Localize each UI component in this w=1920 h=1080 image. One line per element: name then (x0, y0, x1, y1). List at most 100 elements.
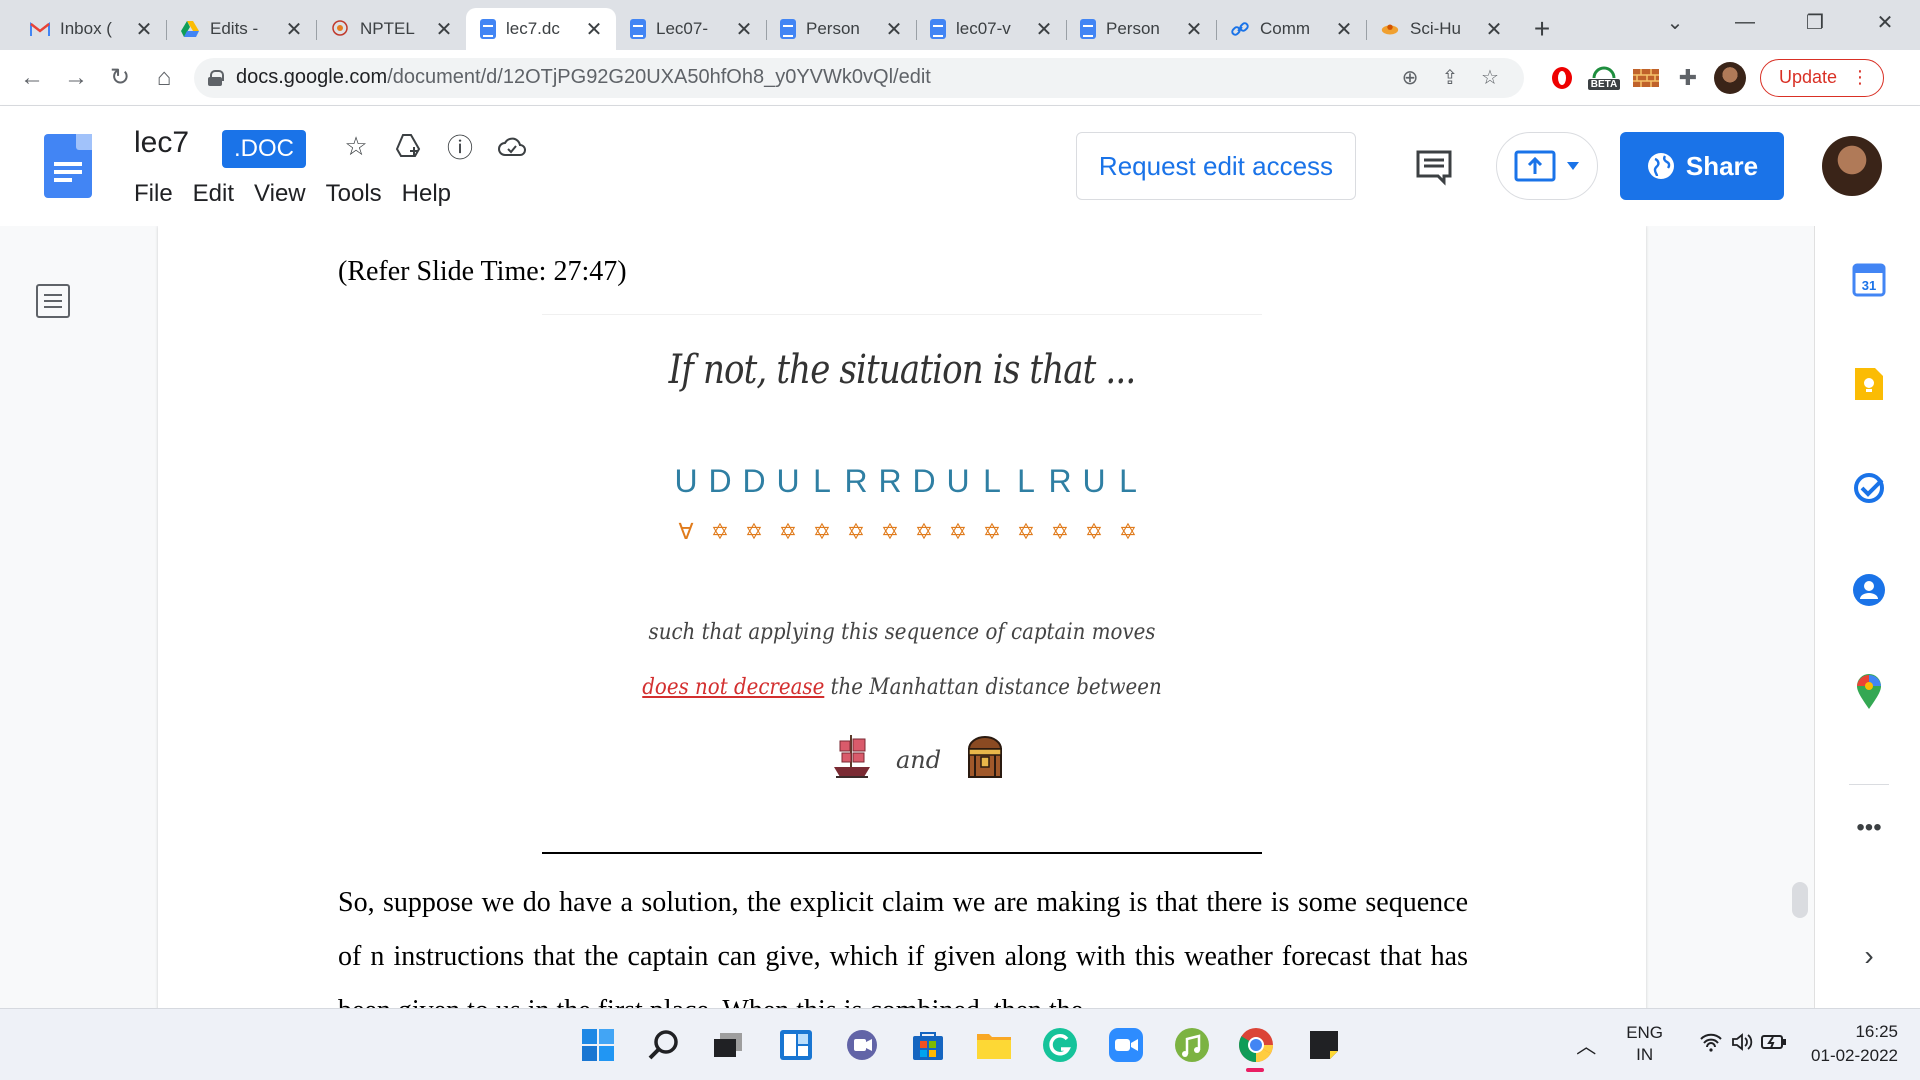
reload-icon[interactable]: ↻ (100, 58, 140, 98)
tab-close-icon[interactable]: ✕ (584, 17, 604, 42)
present-button[interactable] (1496, 132, 1598, 200)
tab-inbox[interactable]: Inbox ( ✕ (16, 8, 166, 50)
menu-view[interactable]: View (244, 180, 316, 208)
tab-person-1[interactable]: Person ✕ (766, 8, 916, 50)
show-hidden-icons-chevron-icon[interactable]: ︿ (1576, 1030, 1596, 1059)
restore-icon[interactable]: ❐ (1780, 0, 1850, 44)
wifi-icon[interactable] (1699, 1032, 1723, 1057)
zoom-app-icon[interactable] (1106, 1025, 1146, 1065)
tab-scihub[interactable]: Sci-Hu ✕ (1366, 8, 1516, 50)
tab-close-icon[interactable]: ✕ (284, 17, 304, 42)
widgets-icon[interactable] (776, 1025, 816, 1065)
profile-avatar[interactable] (1710, 58, 1750, 98)
close-window-icon[interactable]: ✕ (1850, 0, 1920, 44)
tab-comm[interactable]: Comm ✕ (1216, 8, 1366, 50)
tab-close-icon[interactable]: ✕ (1484, 17, 1504, 42)
move-letter: U (776, 463, 800, 499)
clock-time: 16:25 (1855, 1022, 1898, 1041)
present-icon (1514, 150, 1556, 182)
link-icon (1230, 19, 1250, 39)
update-button[interactable]: Update ⋮ (1760, 58, 1885, 97)
more-vert-icon: ⋮ (1851, 67, 1870, 87)
scihub-icon (1380, 19, 1400, 39)
keep-icon[interactable] (1851, 366, 1887, 402)
music-app-icon[interactable] (1172, 1025, 1212, 1065)
tab-lec07[interactable]: Lec07- ✕ (616, 8, 766, 50)
input-language[interactable]: ENG IN (1626, 1022, 1663, 1066)
tab-close-icon[interactable]: ✕ (134, 17, 154, 42)
vertical-scrollbar[interactable] (1792, 882, 1808, 918)
tab-label: Edits - (210, 19, 259, 38)
menu-tools[interactable]: Tools (316, 180, 392, 208)
tab-lec7-active[interactable]: lec7.dc ✕ (466, 8, 616, 50)
tab-search-chevron-icon[interactable]: ⌄ (1640, 0, 1710, 44)
chrome-icon[interactable] (1236, 1025, 1276, 1065)
url-text[interactable]: docs.google.com/document/d/12OTjPG92G20U… (236, 66, 1390, 89)
contacts-icon[interactable] (1851, 572, 1887, 608)
maps-icon[interactable] (1851, 674, 1887, 710)
gmail-icon (30, 19, 50, 39)
tab-close-icon[interactable]: ✕ (1184, 17, 1204, 42)
sticky-notes-icon[interactable] (1304, 1025, 1344, 1065)
tab-close-icon[interactable]: ✕ (734, 17, 754, 42)
move-letter: L (983, 463, 1001, 499)
tab-label: Inbox ( (60, 19, 112, 38)
star-weather-icon: ✡ (1050, 519, 1070, 544)
battery-icon[interactable] (1761, 1033, 1787, 1056)
back-arrow-icon[interactable]: ← (12, 58, 52, 98)
volume-icon[interactable] (1731, 1032, 1753, 1057)
tab-close-icon[interactable]: ✕ (1034, 17, 1054, 42)
tasks-icon[interactable] (1851, 470, 1887, 506)
menu-edit[interactable]: Edit (183, 180, 244, 208)
cloud-status-icon[interactable] (494, 128, 530, 164)
windows-start-icon[interactable] (578, 1025, 618, 1065)
file-explorer-icon[interactable] (974, 1025, 1014, 1065)
opera-extension-icon[interactable] (1542, 58, 1582, 98)
docs-logo-icon[interactable] (44, 134, 92, 198)
bookmark-star-icon[interactable]: ☆ (1470, 65, 1510, 90)
grammarly-icon[interactable] (1040, 1025, 1080, 1065)
beta-extension-icon[interactable]: BETA (1584, 58, 1624, 98)
tab-person-2[interactable]: Person ✕ (1066, 8, 1216, 50)
request-edit-access-button[interactable]: Request edit access (1076, 132, 1356, 200)
more-horiz-icon[interactable]: ••• (1851, 810, 1887, 846)
wind-arrow-icon: ∀ (678, 519, 694, 544)
zoom-icon[interactable]: ⊕ (1390, 65, 1430, 90)
share-button[interactable]: Share (1620, 132, 1784, 200)
expand-panel-chevron-icon[interactable]: › (1851, 938, 1887, 974)
lock-icon[interactable] (208, 69, 224, 86)
tab-nptel[interactable]: NPTEL ✕ (316, 8, 466, 50)
calendar-icon[interactable]: 31 (1851, 262, 1887, 298)
star-weather-icon: ✡ (948, 519, 968, 544)
tab-close-icon[interactable]: ✕ (884, 17, 904, 42)
forward-arrow-icon[interactable]: → (56, 58, 96, 98)
add-to-drive-icon[interactable] (390, 128, 426, 164)
captain-moves-sequence: U D D U L R R D U L L R U L (672, 463, 1142, 500)
user-avatar[interactable] (1822, 136, 1882, 196)
menu-help[interactable]: Help (392, 180, 461, 208)
task-view-icon[interactable] (708, 1025, 748, 1065)
share-page-icon[interactable]: ⇪ (1430, 65, 1470, 90)
document-title[interactable]: lec7 (134, 126, 189, 160)
document-page[interactable]: (Refer Slide Time: 27:47) If not, the si… (158, 226, 1646, 1008)
teams-chat-icon[interactable] (842, 1025, 882, 1065)
new-tab-button[interactable]: + (1522, 8, 1562, 50)
comments-icon[interactable] (1412, 144, 1456, 188)
info-icon[interactable]: ⓘ (442, 128, 478, 164)
search-icon[interactable] (644, 1025, 684, 1065)
tab-edits[interactable]: Edits - ✕ (166, 8, 316, 50)
tab-lec07-v[interactable]: lec07-v ✕ (916, 8, 1066, 50)
outline-icon[interactable] (36, 284, 70, 318)
clock[interactable]: 16:25 01-02-2022 (1811, 1020, 1898, 1068)
menu-file[interactable]: File (124, 180, 183, 208)
tab-close-icon[interactable]: ✕ (1334, 17, 1354, 42)
star-weather-icon: ✡ (778, 519, 798, 544)
star-icon[interactable]: ☆ (338, 128, 374, 164)
minimize-icon[interactable]: — (1710, 0, 1780, 44)
microsoft-store-icon[interactable] (908, 1025, 948, 1065)
home-icon[interactable]: ⌂ (144, 58, 184, 98)
puzzle-extensions-icon[interactable]: ✚ (1668, 58, 1708, 98)
tab-close-icon[interactable]: ✕ (434, 17, 454, 42)
address-bar[interactable]: docs.google.com/document/d/12OTjPG92G20U… (194, 57, 1524, 98)
brick-extension-icon[interactable] (1626, 58, 1666, 98)
